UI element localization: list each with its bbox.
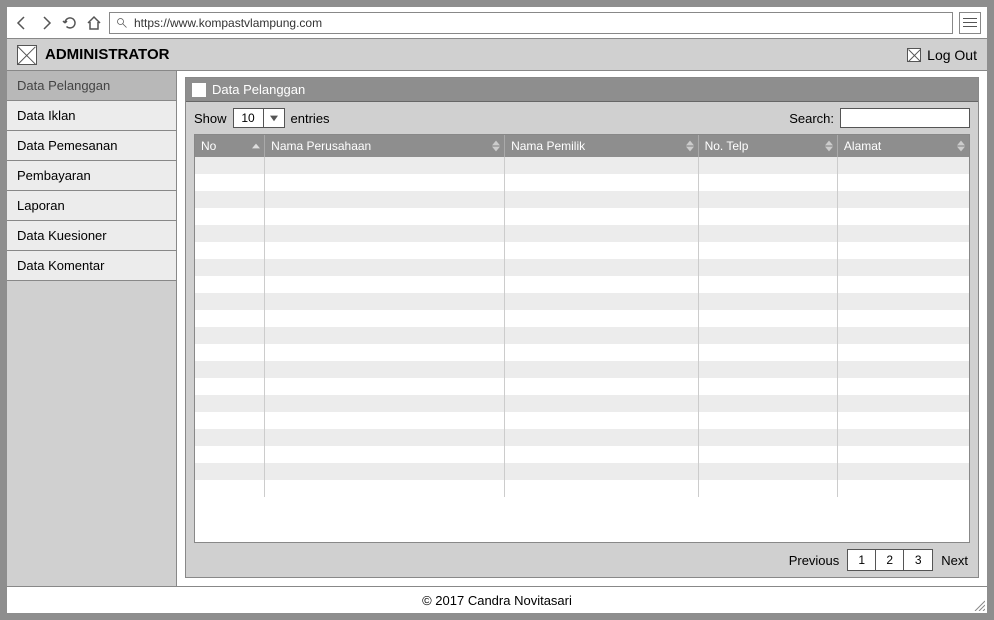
table-row	[195, 208, 969, 225]
sidebar-item-5[interactable]: Data Kuesioner	[7, 221, 176, 251]
url-bar[interactable]: https://www.kompastvlampung.com	[109, 12, 953, 34]
sort-icon	[492, 141, 500, 152]
url-text: https://www.kompastvlampung.com	[134, 16, 322, 30]
table-row	[195, 191, 969, 208]
entries-select[interactable]: 10	[233, 108, 285, 128]
table-row	[195, 225, 969, 242]
footer-text: © 2017 Candra Novitasari	[422, 593, 572, 608]
browser-toolbar: https://www.kompastvlampung.com	[7, 7, 987, 39]
logout-label: Log Out	[927, 47, 977, 63]
previous-button[interactable]: Previous	[789, 553, 840, 568]
data-table: NoNama PerusahaanNama PemilikNo. TelpAla…	[195, 135, 969, 497]
search-icon	[116, 17, 128, 29]
panel-header: Data Pelanggan	[186, 78, 978, 102]
sidebar-item-6[interactable]: Data Komentar	[7, 251, 176, 281]
app-title: ADMINISTRATOR	[45, 46, 169, 63]
table-row	[195, 174, 969, 191]
column-header[interactable]: Nama Pemilik	[505, 135, 699, 157]
column-header[interactable]: Alamat	[837, 135, 969, 157]
home-icon[interactable]	[85, 14, 103, 32]
table-row	[195, 157, 969, 174]
search-input[interactable]	[840, 108, 970, 128]
sidebar-item-2[interactable]: Data Pemesanan	[7, 131, 176, 161]
sidebar-item-1[interactable]: Data Iklan	[7, 101, 176, 131]
entries-value: 10	[234, 109, 264, 127]
table-row	[195, 395, 969, 412]
data-panel: Data Pelanggan Show 10 entries	[185, 77, 979, 578]
table-row	[195, 259, 969, 276]
table-row	[195, 480, 969, 497]
column-header[interactable]: No. Telp	[698, 135, 837, 157]
sort-icon	[252, 144, 260, 149]
sidebar-item-4[interactable]: Laporan	[7, 191, 176, 221]
entries-label: entries	[291, 111, 330, 126]
table-row	[195, 276, 969, 293]
app-header: ADMINISTRATOR Log Out	[7, 39, 987, 71]
panel-title: Data Pelanggan	[212, 82, 305, 97]
panel-icon	[192, 83, 206, 97]
column-header[interactable]: Nama Perusahaan	[265, 135, 505, 157]
table-row	[195, 293, 969, 310]
table-row	[195, 310, 969, 327]
page-2[interactable]: 2	[876, 550, 904, 570]
table-row	[195, 412, 969, 429]
sidebar: Data PelangganData IklanData PemesananPe…	[7, 71, 177, 586]
sidebar-item-3[interactable]: Pembayaran	[7, 161, 176, 191]
sort-icon	[686, 141, 694, 152]
table-row	[195, 361, 969, 378]
table-row	[195, 378, 969, 395]
footer: © 2017 Candra Novitasari	[7, 587, 987, 613]
show-label: Show	[194, 111, 227, 126]
menu-icon[interactable]	[959, 12, 981, 34]
table-row	[195, 463, 969, 480]
forward-icon[interactable]	[37, 14, 55, 32]
chevron-down-icon	[264, 109, 284, 127]
sort-icon	[825, 141, 833, 152]
sidebar-item-0[interactable]: Data Pelanggan	[7, 71, 176, 101]
table-row	[195, 344, 969, 361]
logout-button[interactable]: Log Out	[907, 47, 977, 63]
logo-icon	[17, 45, 37, 65]
table-row	[195, 327, 969, 344]
table-row	[195, 429, 969, 446]
resize-grip-icon[interactable]	[973, 599, 985, 611]
back-icon[interactable]	[13, 14, 31, 32]
next-button[interactable]: Next	[941, 553, 968, 568]
column-header[interactable]: No	[195, 135, 265, 157]
search-label: Search:	[789, 111, 834, 126]
page-1[interactable]: 1	[848, 550, 876, 570]
sort-icon	[957, 141, 965, 152]
table-row	[195, 242, 969, 259]
pagination: Previous 123 Next	[186, 543, 978, 577]
reload-icon[interactable]	[61, 14, 79, 32]
logout-icon	[907, 48, 921, 62]
page-3[interactable]: 3	[904, 550, 932, 570]
table-row	[195, 446, 969, 463]
